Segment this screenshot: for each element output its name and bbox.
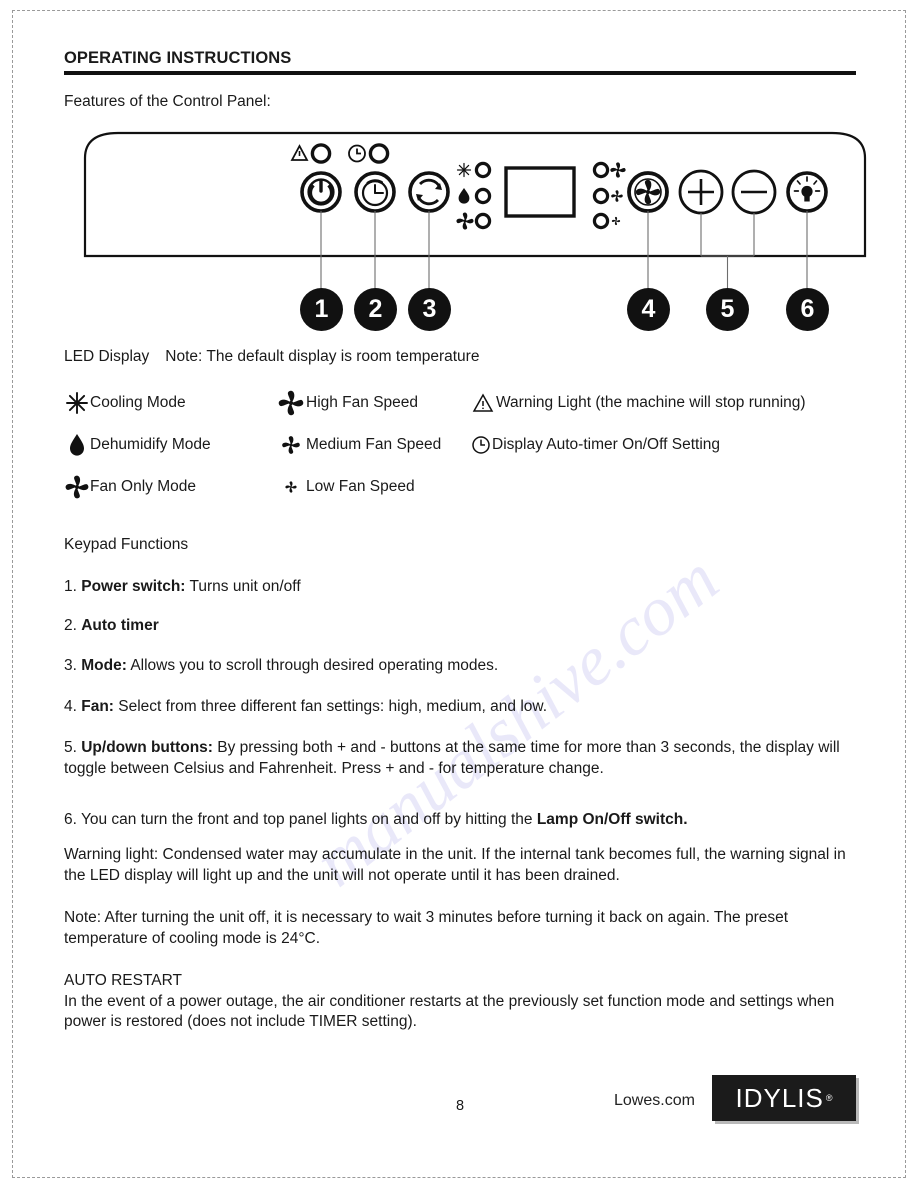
legend-row: Dehumidify Mode Medium Fan Speed Display… xyxy=(64,424,856,466)
legend-label: High Fan Speed xyxy=(306,394,419,411)
legend-medium-fan-speed: Medium Fan Speed xyxy=(276,424,441,466)
mode-button xyxy=(408,171,450,213)
keypad-item-1: 1. Power switch: Turns unit on/off xyxy=(64,577,854,598)
timer-button xyxy=(354,171,396,213)
item-term: Up/down buttons: xyxy=(81,739,213,756)
legend-row: Fan Only Mode Low Fan Speed xyxy=(64,466,856,508)
auto-restart-title: AUTO RESTART xyxy=(64,972,182,989)
manual-page: manualshive.com OPERATING INSTRUCTIONS F… xyxy=(0,0,918,1188)
item-number: 1. xyxy=(64,578,82,595)
fan-button xyxy=(627,171,669,213)
item-term: Power switch: xyxy=(81,578,186,595)
item-term: Fan: xyxy=(81,698,114,715)
item-number: 5. xyxy=(64,739,82,756)
keypad-functions-heading: Keypad Functions xyxy=(64,536,189,553)
snowflake-icon xyxy=(456,162,472,178)
warning-triangle-icon xyxy=(470,393,496,413)
legend-row: Cooling Mode High Fan Speed Warning Ligh… xyxy=(64,382,856,424)
control-panel-svg xyxy=(83,131,867,324)
keypad-item-3: 3. Mode: Allows you to scroll through de… xyxy=(64,656,854,677)
keypad-item-5: 5. Up/down buttons: By pressing both + a… xyxy=(64,738,854,779)
keypad-item-6: 6. You can turn the front and top panel … xyxy=(64,810,854,831)
lamp-button xyxy=(786,171,828,213)
item-term: Lamp On/Off switch. xyxy=(536,811,688,828)
item-term: Mode: xyxy=(81,657,127,674)
features-lead-line: Features of the Control Panel: xyxy=(64,93,271,110)
minus-button xyxy=(731,169,777,215)
item-number: 3. xyxy=(64,657,82,674)
item-number: 4. xyxy=(64,698,82,715)
legend-label: Warning Light (the machine will stop run… xyxy=(496,394,806,411)
restart-wait-note: Note: After turning the unit off, it is … xyxy=(64,909,789,947)
high-fan-icon xyxy=(276,389,306,417)
control-panel-diagram: 1 2 3 4 5 6 xyxy=(80,128,870,333)
page-number: 8 xyxy=(455,1098,465,1114)
item-desc: 6. You can turn the front and top panel … xyxy=(64,811,537,828)
water-drop-icon xyxy=(64,432,90,458)
led-display-screen xyxy=(504,166,576,218)
legend-label: Dehumidify Mode xyxy=(90,436,211,453)
low-fan-icon xyxy=(276,473,306,501)
auto-restart-block: AUTO RESTART In the event of a power out… xyxy=(64,971,854,1033)
legend-cooling-mode: Cooling Mode xyxy=(64,382,186,424)
legend-fan-only-mode: Fan Only Mode xyxy=(64,466,196,508)
keypad-item-2: 2. Auto timer xyxy=(64,616,854,637)
medium-fan-icon xyxy=(276,431,306,459)
title-underline-rule xyxy=(64,71,856,75)
item-desc: Allows you to scroll through desired ope… xyxy=(126,657,499,674)
led-display-label: LED Display xyxy=(64,348,150,365)
snowflake-icon xyxy=(64,390,90,416)
legend-low-fan-speed: Low Fan Speed xyxy=(276,466,415,508)
fan-icon xyxy=(64,473,90,501)
legend-auto-timer: Display Auto-timer On/Off Setting xyxy=(470,424,720,466)
clock-icon xyxy=(470,435,492,455)
keypad-item-4: 4. Fan: Select from three different fan … xyxy=(64,697,854,718)
legend-label: Low Fan Speed xyxy=(306,478,415,495)
page-title: OPERATING INSTRUCTIONS xyxy=(64,49,292,67)
led-display-note-text: Note: The default display is room temper… xyxy=(165,348,480,365)
item-term: Auto timer xyxy=(81,617,159,634)
legend-label: Cooling Mode xyxy=(90,394,186,411)
legend-label: Medium Fan Speed xyxy=(306,436,442,453)
warning-light-note: Warning light: Condensed water may accum… xyxy=(64,846,846,884)
legend-dehumidify-mode: Dehumidify Mode xyxy=(64,424,211,466)
led-legend: Cooling Mode High Fan Speed Warning Ligh… xyxy=(64,382,856,508)
item-desc: Turns unit on/off xyxy=(185,578,301,595)
item-desc: Select from three different fan settings… xyxy=(113,698,548,715)
power-button xyxy=(300,171,342,213)
legend-warning-light: Warning Light (the machine will stop run… xyxy=(470,382,806,424)
plus-button xyxy=(678,169,724,215)
auto-restart-body: In the event of a power outage, the air … xyxy=(64,992,835,1031)
led-display-note: LED Display Note: The default display is … xyxy=(64,348,479,366)
legend-label: Fan Only Mode xyxy=(90,478,196,495)
item-number: 2. xyxy=(64,617,82,634)
legend-label: Display Auto-timer On/Off Setting xyxy=(492,436,721,453)
legend-high-fan-speed: High Fan Speed xyxy=(276,382,418,424)
